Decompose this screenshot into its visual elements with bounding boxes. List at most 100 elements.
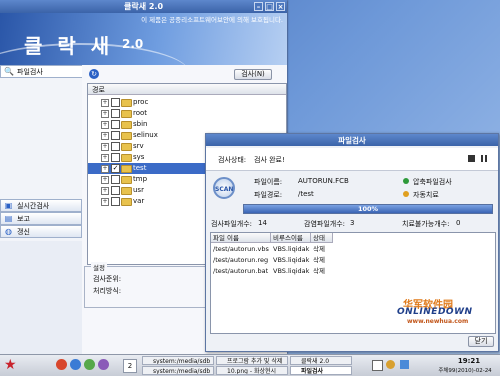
monitor-icon: ▣ — [4, 201, 13, 210]
task-item[interactable]: system:/media/sdb — [142, 356, 214, 365]
dialog-titlebar[interactable]: 파일검사 — [206, 134, 498, 146]
tree-row[interactable]: + sbin — [88, 119, 286, 130]
expand-toggle[interactable]: + — [101, 110, 109, 118]
nav-item-update[interactable]: ◍ 갱신 — [0, 225, 82, 238]
tree-row[interactable]: + proc — [88, 97, 286, 108]
folder-name: srv — [133, 142, 144, 150]
task-item[interactable]: 10.png - 화상현시 — [216, 366, 288, 375]
report-icon: ▤ — [4, 214, 13, 223]
app-launcher-icon[interactable] — [56, 359, 67, 370]
result-virus-cell: VBS.liqidak — [273, 256, 310, 264]
folder-icon — [121, 176, 132, 184]
scan-magnifier-icon: SCAN — [213, 177, 235, 199]
expand-toggle[interactable]: + — [101, 165, 109, 173]
folder-icon — [121, 198, 132, 206]
dialog-title: 파일검사 — [338, 136, 366, 145]
result-virus-cell: VBS.liqidak — [273, 245, 310, 253]
watermark-logo: 华军软件园 ONLINEDOWN www.newhua.com — [397, 296, 497, 326]
column-header-file[interactable]: 파일 이름 — [211, 233, 271, 243]
scan-button[interactable]: 검사(N) — [234, 69, 272, 80]
nav-item-label: 갱신 — [17, 228, 30, 236]
task-item[interactable]: system:/media/sdb — [142, 366, 214, 375]
tree-row[interactable]: + root — [88, 108, 286, 119]
pause-icon — [481, 155, 483, 162]
result-status-cell: 삭제 — [313, 267, 325, 275]
folder-name: tmp — [133, 175, 148, 183]
nav-item-label: 보고 — [17, 215, 30, 223]
files-icon[interactable] — [84, 359, 95, 370]
auto-fix-status-icon — [403, 191, 409, 197]
folder-icon — [121, 165, 132, 173]
tray-volume-icon[interactable] — [400, 360, 409, 369]
unfixable-count: 0 — [456, 219, 461, 227]
folder-icon — [121, 121, 132, 129]
status-value: 검사 완료! — [254, 156, 285, 164]
result-file-cell: /test/autorun.bat — [213, 267, 269, 275]
main-window-title: 클락새 2.0 — [123, 2, 164, 11]
folder-name: test — [133, 164, 147, 172]
close-dialog-button[interactable]: 닫기 — [468, 336, 494, 347]
nav-item-realtime[interactable]: ▣ 실시간검사 — [0, 199, 82, 212]
folder-checkbox[interactable] — [111, 175, 120, 184]
column-header-status[interactable]: 상태 — [311, 233, 333, 243]
folder-icon — [121, 99, 132, 107]
action-mode-label: 처리방식: — [93, 287, 122, 295]
folder-name: sys — [133, 153, 145, 161]
expand-toggle[interactable]: + — [101, 121, 109, 129]
clock-time[interactable]: 19:21 — [440, 357, 498, 365]
workspace-switcher[interactable]: 2 — [123, 359, 137, 373]
banner-notice: 이 제품은 공중리소프트웨어보안에 의해 보호됩니다. — [141, 16, 283, 24]
scan-level-label: 검사준위: — [93, 275, 122, 283]
unfixable-count-label: 치료불가능개수: — [402, 220, 450, 228]
nav-item-report[interactable]: ▤ 보고 — [0, 212, 82, 225]
folder-checkbox[interactable] — [111, 120, 120, 129]
folder-checkbox[interactable] — [111, 142, 120, 151]
stop-icon — [468, 155, 475, 162]
scanned-count: 14 — [258, 219, 267, 227]
expand-toggle[interactable]: + — [101, 198, 109, 206]
folder-checkbox[interactable] — [111, 153, 120, 162]
minimize-button[interactable]: – — [254, 2, 263, 11]
stop-button[interactable] — [468, 155, 477, 162]
column-header-virus[interactable]: 비루스이름 — [271, 233, 311, 243]
file-name-label: 파일이름: — [254, 178, 283, 186]
folder-name: usr — [133, 186, 144, 194]
start-menu-star-icon[interactable]: ★ — [4, 357, 32, 373]
tray-network-icon[interactable] — [372, 360, 383, 371]
folder-checkbox[interactable] — [111, 131, 120, 140]
media-icon[interactable] — [98, 359, 109, 370]
expand-toggle[interactable]: + — [101, 143, 109, 151]
app-logo-text: 클 락 새 — [24, 34, 114, 58]
folder-checkbox[interactable]: ✓ — [111, 164, 120, 173]
expand-toggle[interactable]: + — [101, 99, 109, 107]
tray-update-icon[interactable] — [386, 360, 395, 369]
folder-checkbox[interactable] — [111, 109, 120, 118]
close-button[interactable]: × — [276, 2, 285, 11]
folder-checkbox[interactable] — [111, 186, 120, 195]
expand-toggle[interactable]: + — [101, 132, 109, 140]
tree-header: 경로 — [88, 84, 286, 95]
folder-icon — [121, 110, 132, 118]
browser-icon[interactable] — [70, 359, 81, 370]
task-item[interactable]: 프로그람 추가 및 삭제 — [216, 356, 288, 365]
watermark-en: ONLINEDOWN — [397, 307, 473, 317]
folder-checkbox[interactable] — [111, 98, 120, 107]
folder-icon — [121, 143, 132, 151]
folder-checkbox[interactable] — [111, 197, 120, 206]
magnifier-icon: 🔍 — [4, 67, 14, 76]
task-item[interactable]: 클락새 2.0 — [290, 356, 352, 365]
nav-item-file-scan[interactable]: 🔍 파일검사 — [0, 65, 82, 78]
main-titlebar[interactable]: 클락새 2.0 – □ × — [0, 0, 287, 13]
task-item-active[interactable]: 파일검사 — [290, 366, 352, 375]
progress-text: 100% — [357, 205, 379, 213]
maximize-button[interactable]: □ — [265, 2, 274, 11]
pause-button[interactable] — [481, 155, 490, 162]
expand-toggle[interactable]: + — [101, 187, 109, 195]
expand-toggle[interactable]: + — [101, 154, 109, 162]
expand-toggle[interactable]: + — [101, 176, 109, 184]
tree-header-path: 경로 — [92, 86, 105, 94]
infected-count-label: 감염파일개수: — [304, 220, 345, 228]
taskbar: ★ 2 system:/media/sdb system:/media/sdb … — [0, 354, 500, 376]
watermark-url: www.newhua.com — [407, 318, 469, 325]
clock-date: 주체99(2010)-02-24 — [438, 368, 492, 374]
